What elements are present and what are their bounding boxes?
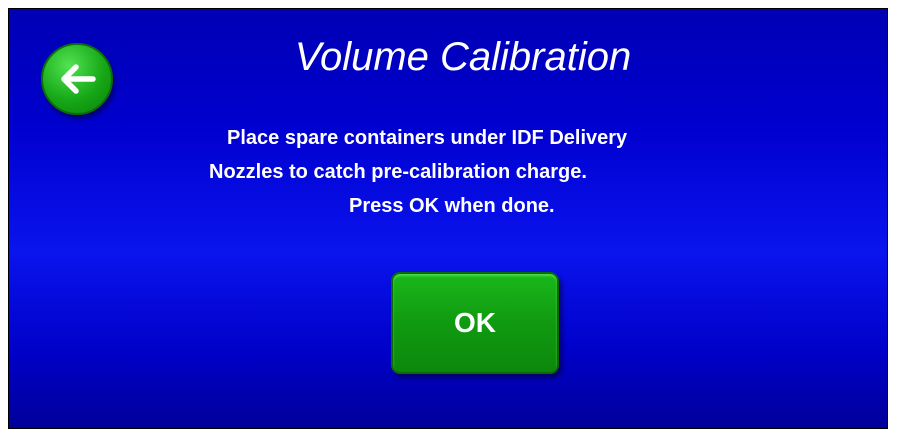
- instruction-text: Place spare containers under IDF Deliver…: [189, 121, 709, 223]
- instruction-line: Press OK when done.: [349, 195, 555, 217]
- calibration-screen: Volume Calibration Place spare container…: [8, 8, 888, 429]
- ok-button[interactable]: OK: [391, 272, 559, 374]
- instruction-line: Place spare containers under IDF Deliver…: [227, 127, 628, 149]
- page-title: Volume Calibration: [294, 35, 632, 79]
- instruction-line: Nozzles to catch pre-calibration charge.: [209, 161, 587, 183]
